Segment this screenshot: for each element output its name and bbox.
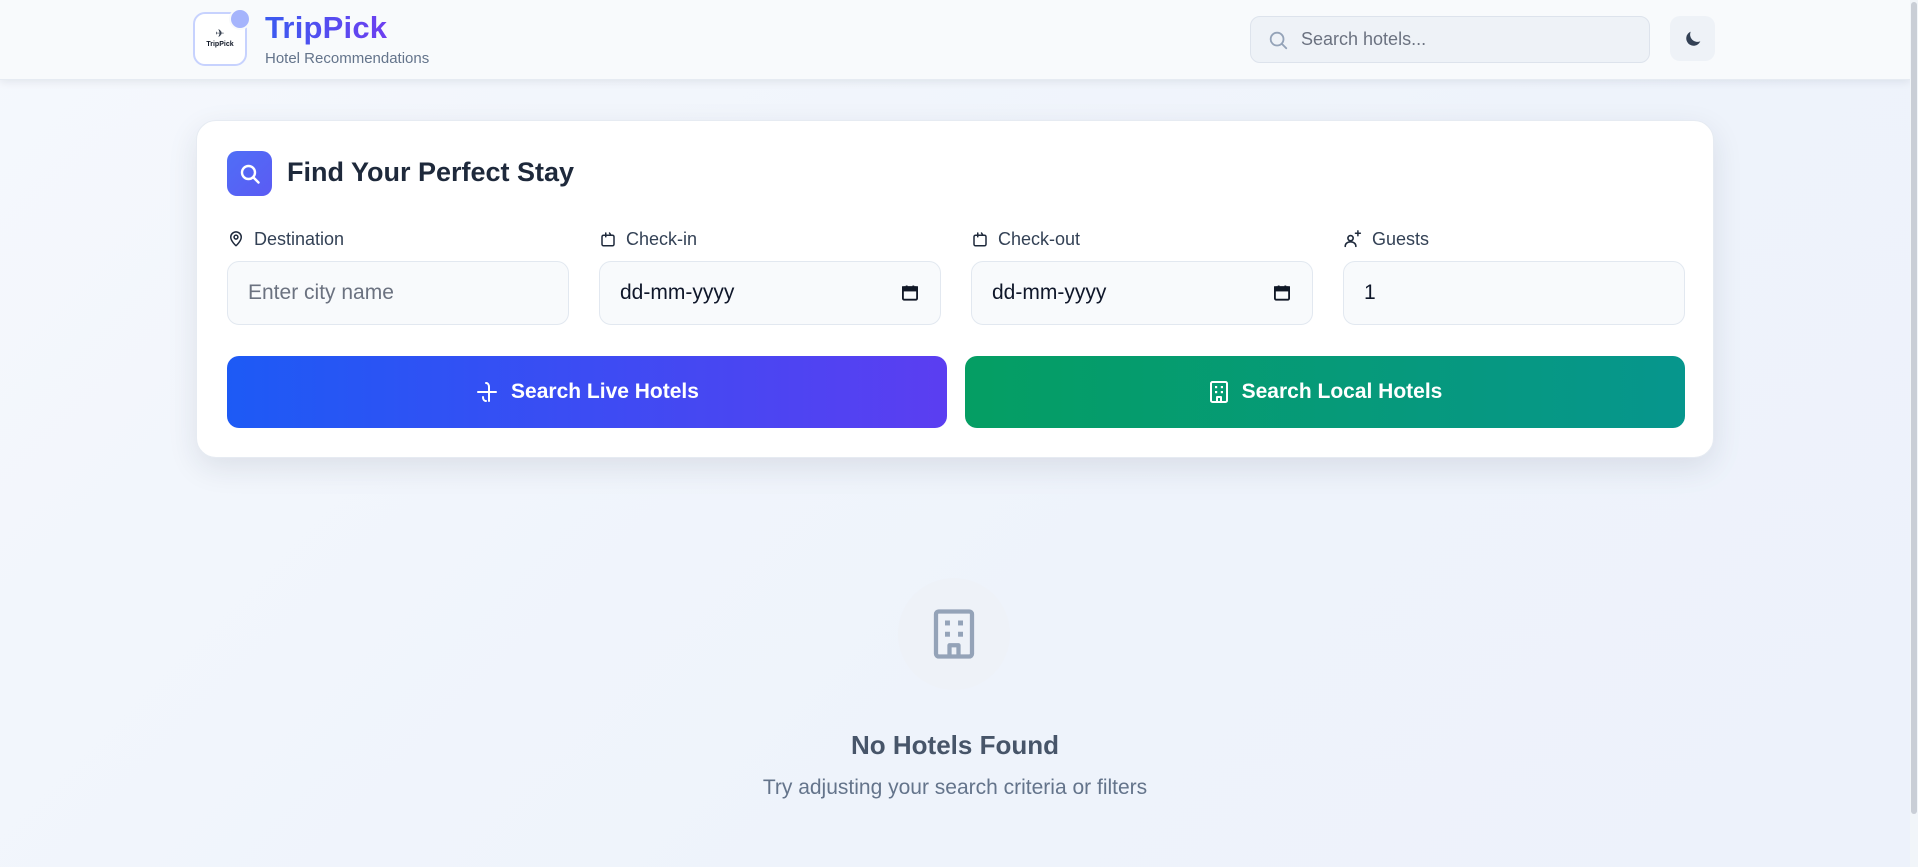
search-live-hotels-button[interactable]: Search Live Hotels: [227, 356, 947, 428]
checkout-date-value: dd-mm-yyyy: [992, 281, 1107, 304]
map-pin-icon: [230, 231, 242, 247]
search-card: Find Your Perfect Stay Destination Enter…: [196, 120, 1714, 458]
app-header: ✈ TripPick TripPick Hotel Recommendation…: [0, 0, 1910, 80]
empty-state-icon-circle: [898, 578, 1010, 690]
search-card-title: Find Your Perfect Stay: [287, 157, 575, 187]
plane-icon: [477, 382, 498, 402]
checkin-date-input[interactable]: dd-mm-yyyy: [599, 261, 941, 325]
guests-label: Guests: [1343, 227, 1429, 251]
checkout-label: Check-out: [971, 227, 1080, 251]
brand-name: TripPick: [265, 10, 388, 45]
logo-badge: [229, 8, 251, 30]
theme-toggle-button[interactable]: [1670, 16, 1715, 61]
users-icon: [1344, 230, 1362, 248]
search-icon: [240, 164, 260, 184]
search-icon: [1269, 31, 1288, 50]
search-local-hotels-button[interactable]: Search Local Hotels: [965, 356, 1685, 428]
checkin-label: Check-in: [599, 227, 697, 251]
page-scrollbar-thumb[interactable]: [1911, 2, 1917, 814]
calendar-icon: [973, 232, 987, 247]
checkin-label-text: Check-in: [626, 228, 698, 249]
logo-text: TripPick: [206, 41, 234, 48]
guests-label-text: Guests: [1372, 228, 1430, 249]
calendar-picker-icon[interactable]: [1272, 283, 1292, 303]
calendar-icon: [601, 232, 615, 247]
destination-label-text: Destination: [254, 228, 345, 249]
building-icon: [1209, 381, 1228, 403]
logo-mark-icon: ✈: [215, 28, 225, 40]
calendar-picker-icon[interactable]: [900, 283, 920, 303]
checkout-date-input[interactable]: dd-mm-yyyy: [971, 261, 1313, 325]
brand-subtitle: Hotel Recommendations: [265, 50, 430, 67]
moon-icon: [1685, 31, 1700, 46]
empty-state-subtitle: Try adjusting your search criteria or fi…: [762, 776, 1148, 799]
destination-label: Destination: [227, 227, 344, 251]
destination-input[interactable]: Enter city name: [227, 261, 569, 325]
search-live-hotels-label: Search Live Hotels: [511, 380, 699, 403]
guests-input[interactable]: 1: [1343, 261, 1685, 325]
destination-placeholder: Enter city name: [248, 281, 394, 304]
checkin-date-value: dd-mm-yyyy: [620, 281, 735, 304]
card-title-icon-box: [227, 151, 272, 196]
hotel-search-input[interactable]: [1301, 17, 1641, 62]
building-icon: [933, 609, 975, 659]
search-local-hotels-label: Search Local Hotels: [1241, 380, 1443, 403]
empty-state-title: No Hotels Found: [851, 730, 1059, 760]
checkout-label-text: Check-out: [998, 228, 1081, 249]
header-search-box[interactable]: [1250, 16, 1650, 63]
guests-value: 1: [1364, 281, 1376, 304]
